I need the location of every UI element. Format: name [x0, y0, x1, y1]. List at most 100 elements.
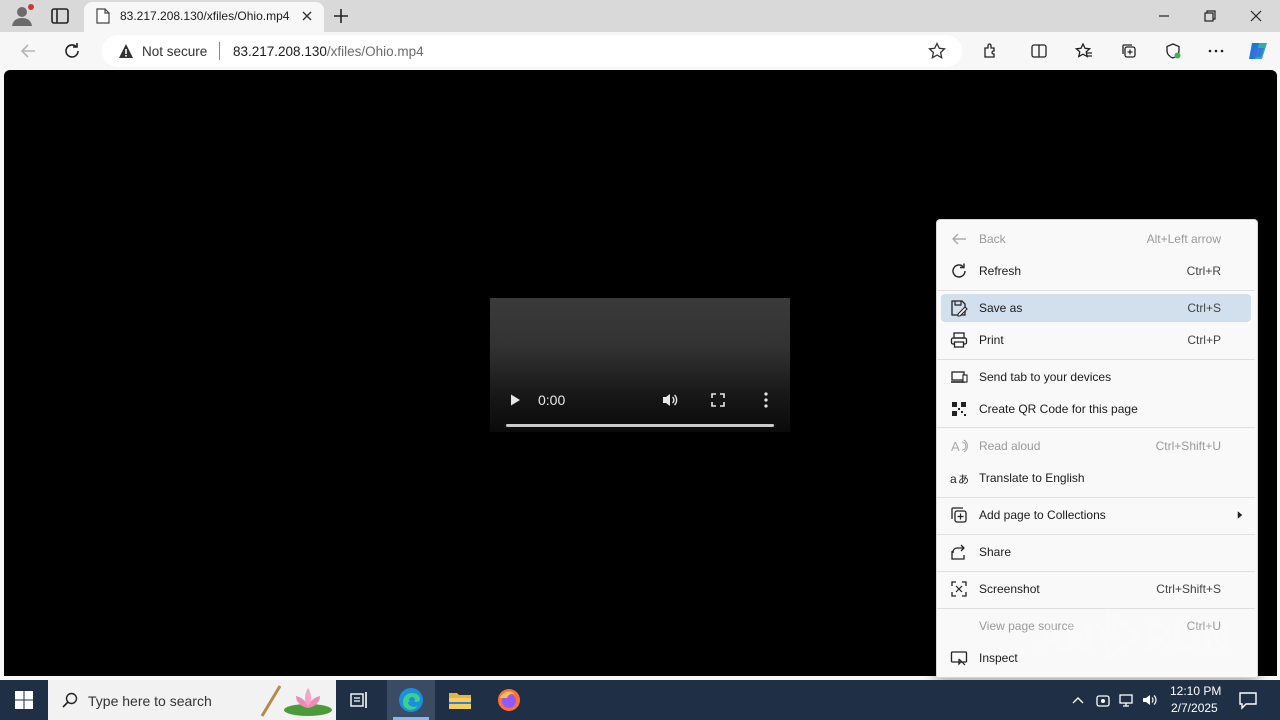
menu-item-label: Add page to Collections: [979, 508, 1106, 522]
menu-item-back[interactable]: Back Alt+Left arrow: [941, 225, 1251, 253]
back-arrow-icon: [952, 233, 966, 245]
menu-item-shortcut: Ctrl+P: [1187, 333, 1221, 347]
devices-icon: [951, 371, 968, 383]
svg-text:RUN: RUN: [1144, 616, 1231, 660]
video-more-icon[interactable]: [762, 391, 770, 409]
video-progress-bar[interactable]: [506, 424, 774, 427]
favorites-icon[interactable]: [1075, 42, 1093, 60]
qr-code-icon: [952, 402, 966, 416]
menu-item-share[interactable]: Share: [941, 538, 1251, 566]
svg-text:あ: あ: [958, 473, 968, 486]
menu-item-refresh[interactable]: Refresh Ctrl+R: [941, 257, 1251, 285]
menu-item-print[interactable]: Print Ctrl+P: [941, 326, 1251, 354]
svg-text:A: A: [951, 439, 960, 454]
read-aloud-icon: A: [951, 439, 968, 454]
screenshot-icon: [951, 581, 967, 597]
url-host: 83.217.208.130: [233, 44, 327, 59]
menu-item-save-as[interactable]: Save as Ctrl+S: [941, 294, 1251, 322]
menu-separator: [937, 534, 1255, 535]
menu-item-label: Print: [979, 333, 1004, 347]
window-close-icon[interactable]: [1248, 8, 1264, 24]
menu-item-shortcut: Alt+Left arrow: [1146, 232, 1221, 246]
printer-icon: [950, 332, 968, 348]
menu-item-send-tab-to-your-devices[interactable]: Send tab to your devices: [941, 363, 1251, 391]
profile-notification-dot: [28, 4, 34, 10]
windows-start-icon[interactable]: [14, 690, 34, 710]
menu-item-shortcut: Ctrl+R: [1186, 264, 1221, 278]
menu-item-label: Send tab to your devices: [979, 370, 1112, 384]
menu-separator: [937, 497, 1255, 498]
search-highlight-lotus-icon: [260, 685, 332, 717]
collections-toolbar-icon[interactable]: [1120, 42, 1138, 60]
menu-separator: [937, 571, 1255, 572]
task-view-icon[interactable]: [350, 690, 370, 710]
taskbar-search-placeholder: Type here to search: [88, 693, 212, 709]
favorite-star-icon[interactable]: [928, 42, 946, 60]
fullscreen-icon[interactable]: [710, 392, 726, 408]
menu-item-label: Refresh: [979, 264, 1022, 278]
file-explorer-icon[interactable]: [448, 689, 472, 711]
translate-icon: aあ: [950, 472, 968, 486]
collections-icon: [951, 507, 967, 523]
inspect-icon: [950, 651, 968, 666]
clock-date[interactable]: 2/7/2025: [1171, 701, 1218, 715]
play-icon[interactable]: [508, 393, 522, 407]
volume-icon[interactable]: [661, 392, 679, 408]
extensions-icon[interactable]: [982, 42, 1000, 60]
menu-item-shortcut: Ctrl+S: [1187, 301, 1221, 315]
menu-item-label: Back: [979, 232, 1006, 246]
page-favicon-icon: [96, 8, 110, 24]
back-icon[interactable]: [18, 41, 38, 61]
tray-chevron-up-icon[interactable]: [1070, 692, 1086, 708]
submenu-arrow-icon: [1237, 511, 1243, 519]
firefox-icon[interactable]: [497, 688, 521, 712]
clock-time[interactable]: 12:10 PM: [1170, 684, 1221, 698]
menu-item-screenshot[interactable]: Screenshot Ctrl+Shift+S: [941, 575, 1251, 603]
menu-item-add-page-to-collections[interactable]: Add page to Collections: [941, 501, 1251, 529]
tab-title: 83.217.208.130/xfiles/Ohio.mp4: [120, 9, 290, 23]
new-tab-icon[interactable]: [332, 7, 350, 25]
network-icon[interactable]: [1118, 692, 1134, 708]
minimize-icon[interactable]: [1156, 9, 1172, 23]
svg-text:ANY: ANY: [1036, 616, 1121, 660]
video-player[interactable]: [490, 298, 790, 432]
menu-item-label: Translate to English: [979, 471, 1085, 485]
menu-item-label: Read aloud: [979, 439, 1041, 453]
menu-item-label: Inspect: [979, 651, 1018, 665]
address-bar[interactable]: [102, 35, 962, 67]
menu-item-label: Screenshot: [979, 582, 1040, 596]
menu-item-read-aloud[interactable]: A Read aloud Ctrl+Shift+U: [941, 432, 1251, 460]
refresh-icon: [952, 263, 966, 278]
copilot-icon[interactable]: [1246, 40, 1270, 62]
volume-tray-icon[interactable]: [1142, 692, 1158, 708]
edge-browser-icon: [399, 688, 423, 712]
menu-item-translate-to-english[interactable]: a あ Translate to English: [941, 464, 1251, 492]
more-options-icon[interactable]: [1207, 42, 1225, 60]
share-icon: [951, 544, 965, 560]
warning-icon[interactable]: [118, 43, 134, 59]
menu-separator: [937, 359, 1255, 360]
menu-item-label: Create QR Code for this page: [979, 402, 1138, 416]
split-screen-icon[interactable]: [1030, 42, 1048, 60]
url-divider: [219, 42, 220, 60]
browser-essentials-icon[interactable]: [1164, 42, 1182, 60]
menu-item-label: Save as: [979, 301, 1023, 315]
tab-actions-icon[interactable]: [50, 7, 70, 25]
search-icon: [62, 692, 78, 708]
svg-text:a: a: [950, 472, 957, 486]
menu-separator: [937, 290, 1255, 291]
save-as-icon: [951, 300, 968, 317]
menu-item-label: Share: [979, 545, 1012, 559]
meet-now-icon[interactable]: [1095, 692, 1111, 708]
menu-separator: [937, 427, 1255, 428]
tab-close-icon[interactable]: [300, 9, 314, 23]
restore-icon[interactable]: [1202, 8, 1218, 24]
security-status-label[interactable]: Not secure: [142, 44, 207, 59]
watermark-logo: ANY RUN: [1036, 606, 1231, 664]
refresh-icon[interactable]: [62, 41, 82, 61]
video-time: 0:00: [538, 392, 566, 408]
url-path: /xfiles/Ohio.mp4: [326, 44, 424, 59]
menu-item-create-qr-code-for-this-page[interactable]: Create QR Code for this page: [941, 395, 1251, 423]
url-text[interactable]: 83.217.208.130/xfiles/Ohio.mp4: [233, 44, 424, 59]
notification-center-icon[interactable]: [1238, 690, 1258, 710]
